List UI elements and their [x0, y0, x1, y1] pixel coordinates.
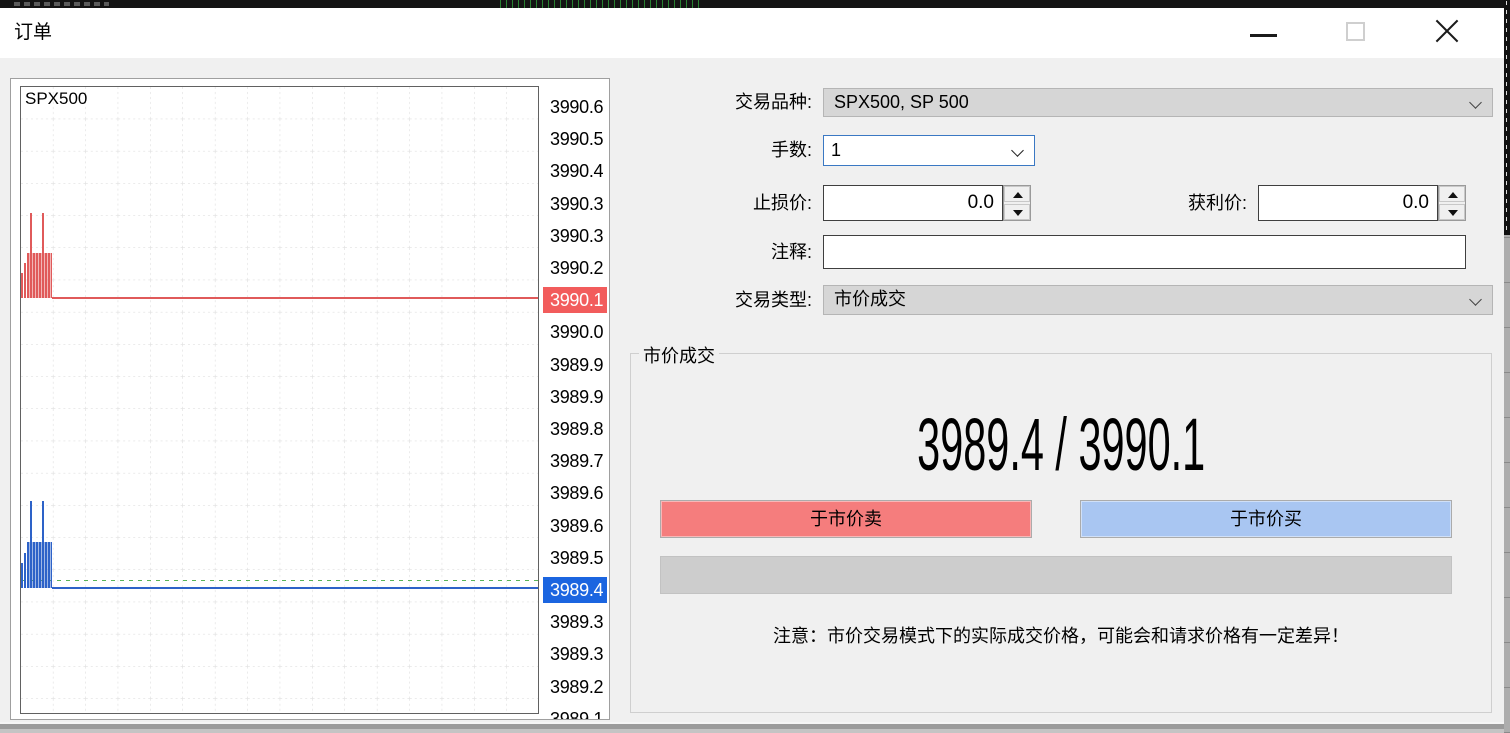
- minimize-button[interactable]: [1240, 16, 1286, 50]
- close-button[interactable]: [1424, 16, 1470, 50]
- volume-combobox[interactable]: [823, 135, 1035, 166]
- order-type-value: 市价成交: [834, 289, 906, 309]
- price-scale-row: 3989.6: [543, 480, 607, 506]
- ask-price-tag: 3990.1: [543, 287, 607, 313]
- tick-chart-plot: SPX500: [20, 86, 539, 714]
- background-window-edge-bottom: [0, 722, 1504, 733]
- bid-guide-line: [21, 580, 538, 581]
- take-profit-input[interactable]: [1259, 186, 1437, 220]
- price-scale-row: 3989.5: [543, 545, 607, 571]
- ask-tick-series: [24, 263, 26, 298]
- background-dark-edge: [1504, 0, 1510, 235]
- order-dialog-screen: 订单: [0, 0, 1510, 733]
- titlebar: 订单: [0, 8, 1504, 58]
- bid-tick-series: [30, 501, 32, 588]
- price-scale-row: 3990.3: [543, 223, 607, 249]
- stop-loss-label: 止损价:: [622, 185, 812, 221]
- price-scale-row: 3989.2: [543, 674, 607, 700]
- ask-tick-series: [21, 273, 23, 298]
- stop-loss-field[interactable]: [823, 185, 1003, 221]
- price-scale-row: 3989.8: [543, 416, 607, 442]
- ask-tick-series: [52, 297, 539, 299]
- spin-up-button[interactable]: [1004, 186, 1030, 202]
- price-scale-row: 3990.3: [543, 191, 607, 217]
- buy-by-market-button[interactable]: 于市价买: [1080, 500, 1452, 538]
- chart-grid: [21, 87, 539, 714]
- sell-by-market-button[interactable]: 于市价卖: [660, 500, 1032, 538]
- bid-tick-series: [42, 501, 44, 588]
- symbol-label: 交易品种:: [622, 88, 812, 117]
- order-type-dropdown[interactable]: 市价成交: [823, 285, 1493, 315]
- bid-tick-series: [21, 563, 23, 588]
- background-green-ticks: [500, 0, 700, 8]
- price-scale-row: 3990.6: [543, 94, 607, 120]
- chart-symbol-label: SPX500: [25, 89, 87, 109]
- arrow-down-icon: [1013, 210, 1023, 216]
- chevron-down-icon: [1469, 96, 1482, 109]
- market-execution-groupbox: 市价成交 3989.4 / 3990.1 于市价卖 于市价买 注意：市价交易模式…: [630, 353, 1492, 713]
- volume-input[interactable]: [824, 136, 1034, 165]
- take-profit-field[interactable]: [1258, 185, 1438, 221]
- arrow-down-icon: [1448, 210, 1458, 216]
- arrow-up-icon: [1448, 192, 1458, 198]
- take-profit-spinner: [1438, 185, 1466, 221]
- dialog-title: 订单: [14, 8, 52, 58]
- bid-tick-series: [24, 553, 26, 588]
- bid-price-tag: 3989.4: [543, 577, 607, 603]
- price-scale-row: 3990.4: [543, 158, 607, 184]
- ask-tick-series: [30, 213, 32, 298]
- spin-down-button[interactable]: [1439, 204, 1465, 220]
- price-scale-row: 3989.9: [543, 352, 607, 378]
- take-profit-label: 获利价:: [1057, 185, 1247, 221]
- comment-field[interactable]: [823, 235, 1466, 269]
- price-scale-row: 3990.5: [543, 126, 607, 152]
- stop-loss-spinner: [1003, 185, 1031, 221]
- background-dashed-line: [1506, 0, 1507, 230]
- quote-display: 3989.4 / 3990.1: [631, 402, 1491, 487]
- price-scale-row: 3990.2: [543, 255, 607, 281]
- volume-label: 手数:: [622, 135, 812, 166]
- bid-ask-quote: 3989.4 / 3990.1: [917, 402, 1205, 487]
- market-notice-text: 注意：市价交易模式下的实际成交价格，可能会和请求价格有一定差异！: [631, 622, 1491, 648]
- background-chart-strip-top: [0, 0, 1510, 8]
- disabled-confirm-bar: [660, 556, 1452, 594]
- price-scale-row: 3989.1: [543, 706, 607, 720]
- chart-price-scale: 3990.6 3990.5 3990.4 3990.3 3990.3 3990.2 3990…: [543, 79, 609, 720]
- chevron-down-icon: [1469, 293, 1482, 306]
- bid-tick-series: [52, 587, 539, 589]
- arrow-up-icon: [1013, 192, 1023, 198]
- tick-chart-panel: SPX500 3990.63990.53990.43990.33990.3399…: [10, 78, 610, 720]
- price-scale-row: 3989.3: [543, 609, 607, 635]
- price-scale-row: 3989.3: [543, 641, 607, 667]
- comment-label: 注释:: [622, 235, 812, 269]
- order-dialog: 订单: [0, 8, 1504, 722]
- ask-tick-series: [42, 213, 44, 298]
- background-scale-notches: [1504, 235, 1510, 733]
- stop-loss-input[interactable]: [824, 186, 1002, 220]
- price-scale-row: 3989.6: [543, 513, 607, 539]
- symbol-dropdown[interactable]: SPX500, SP 500: [823, 88, 1493, 117]
- minimize-icon: [1250, 34, 1277, 37]
- price-scale-row: 3990.0: [543, 319, 607, 345]
- spin-down-button[interactable]: [1004, 204, 1030, 220]
- spin-up-button[interactable]: [1439, 186, 1465, 202]
- price-scale-row: 3989.7: [543, 448, 607, 474]
- price-scale-row: 3989.9: [543, 384, 607, 410]
- symbol-value: SPX500, SP 500: [834, 92, 969, 112]
- background-chart-strip-right: [1504, 0, 1510, 733]
- order-type-label: 交易类型:: [622, 285, 812, 315]
- background-text-smudge: [14, 2, 109, 6]
- comment-input[interactable]: [824, 236, 1465, 268]
- maximize-icon: [1346, 22, 1365, 41]
- maximize-button[interactable]: [1332, 16, 1378, 50]
- groupbox-title: 市价成交: [639, 342, 719, 368]
